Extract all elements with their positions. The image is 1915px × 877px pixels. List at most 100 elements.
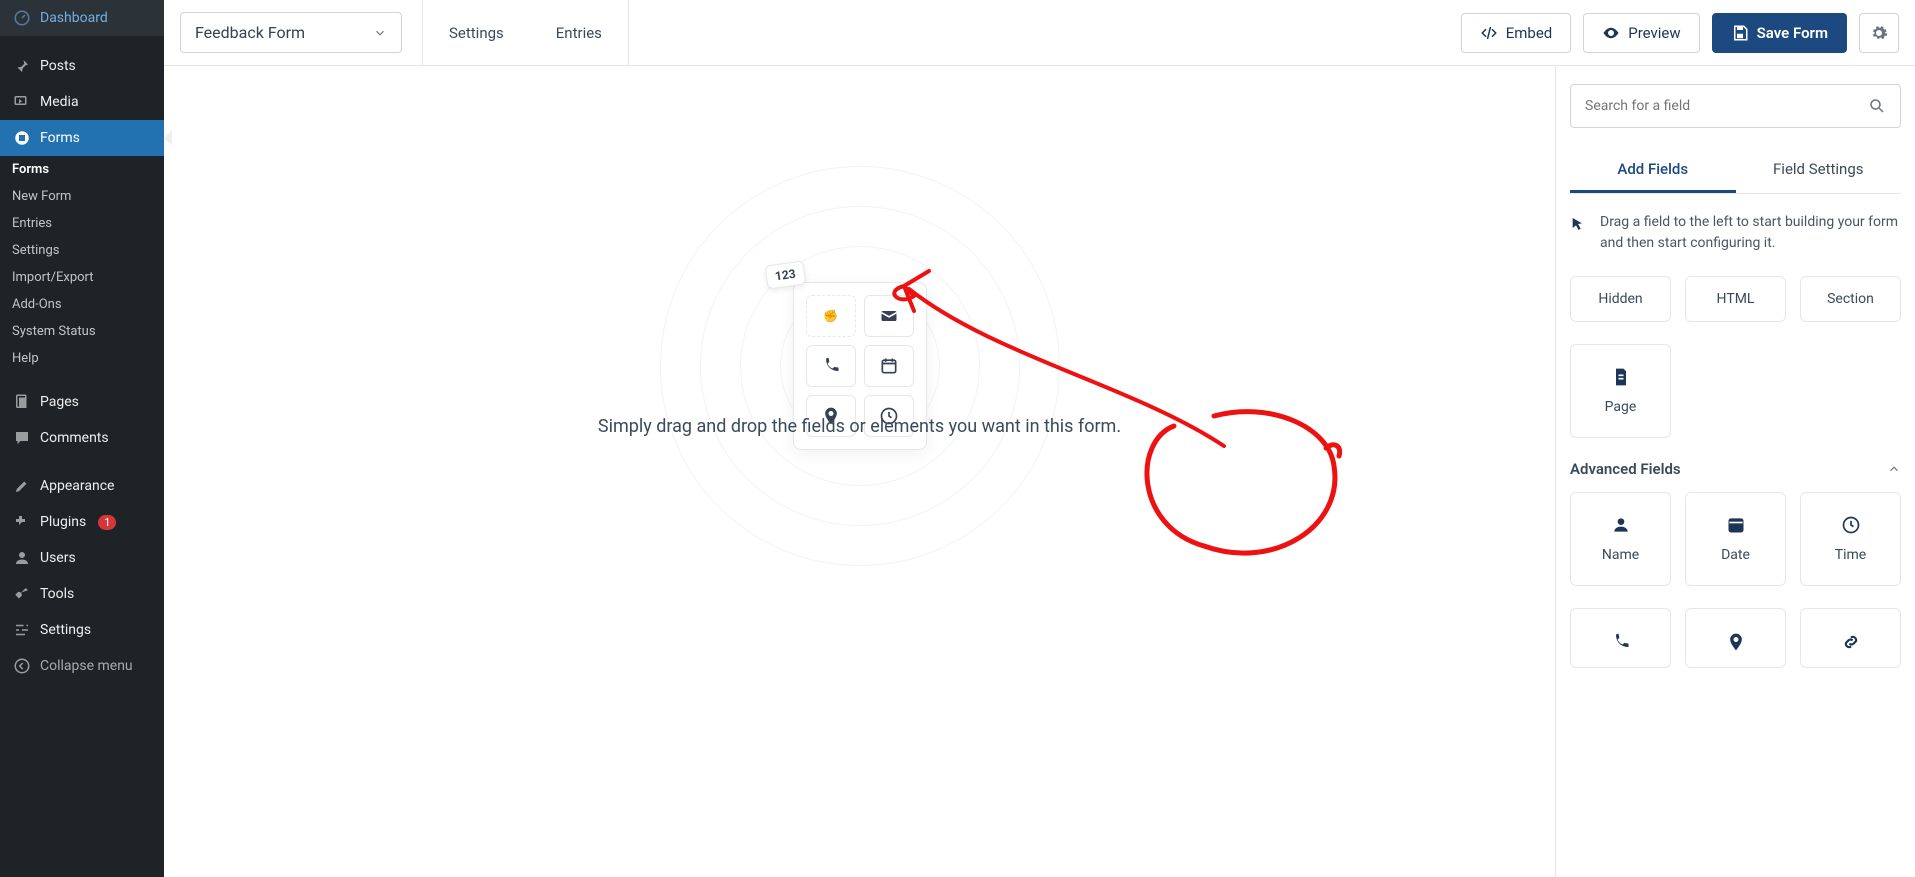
sidebar-sub-entries[interactable]: Entries — [0, 210, 164, 237]
divider — [628, 0, 629, 66]
section-title: Advanced Fields — [1570, 460, 1681, 478]
eye-icon — [1602, 24, 1620, 42]
form-canvas[interactable]: 123 ✊ Simply drag and drop the fields or… — [164, 66, 1555, 877]
form-selector-label: Feedback Form — [195, 23, 305, 42]
field-row-short: Hidden HTML Section — [1570, 276, 1901, 322]
field-name[interactable]: Name — [1570, 492, 1671, 586]
chevron-up-icon — [1887, 462, 1901, 476]
field-time[interactable]: Time — [1800, 492, 1901, 586]
sidebar-sub-systemstatus[interactable]: System Status — [0, 318, 164, 345]
fields-panel: Add Fields Field Settings Drag a field t… — [1555, 66, 1915, 877]
location-icon — [1726, 632, 1746, 652]
grab-icon: ✊ — [806, 295, 856, 337]
tab-add-fields[interactable]: Add Fields — [1570, 148, 1736, 193]
field-label: Date — [1721, 547, 1750, 563]
sidebar-item-plugins[interactable]: Plugins 1 — [0, 504, 164, 540]
chevron-down-icon — [373, 26, 387, 40]
content-row: 123 ✊ Simply drag and drop the fields or… — [164, 66, 1915, 877]
brush-icon — [12, 476, 32, 496]
sidebar-item-dashboard[interactable]: Dashboard — [0, 0, 164, 36]
hint-text: Drag a field to the left to start buildi… — [1600, 212, 1901, 254]
calendar-icon — [1726, 515, 1746, 535]
pin-icon — [12, 56, 32, 76]
sidebar-collapse[interactable]: Collapse menu — [0, 648, 164, 684]
sidebar-label: Plugins — [40, 514, 86, 530]
field-search[interactable] — [1570, 84, 1901, 128]
gear-icon — [1870, 24, 1888, 42]
sidebar-sub-forms[interactable]: Forms — [0, 156, 164, 183]
sidebar-item-users[interactable]: Users — [0, 540, 164, 576]
users-icon — [12, 548, 32, 568]
sidebar-label: Appearance — [40, 478, 114, 494]
sidebar-sub-settings[interactable]: Settings — [0, 237, 164, 264]
field-hidden[interactable]: Hidden — [1570, 276, 1671, 322]
plugins-update-badge: 1 — [98, 515, 116, 530]
tab-field-settings[interactable]: Field Settings — [1736, 148, 1902, 193]
phone-icon — [806, 345, 856, 387]
field-label: Time — [1835, 547, 1866, 563]
gear-button[interactable] — [1859, 13, 1899, 53]
field-label: Name — [1602, 547, 1639, 563]
sidebar-item-tools[interactable]: Tools — [0, 576, 164, 612]
sidebar-label: Collapse menu — [40, 658, 133, 674]
tab-settings[interactable]: Settings — [423, 0, 530, 66]
sidebar-sub-help[interactable]: Help — [0, 345, 164, 372]
advanced-row-2 — [1570, 608, 1901, 668]
sidebar-label: Users — [40, 550, 76, 566]
panel-hint: Drag a field to the left to start buildi… — [1570, 212, 1901, 254]
comments-icon — [12, 428, 32, 448]
search-icon — [1868, 97, 1886, 115]
panel-tabs: Add Fields Field Settings — [1570, 148, 1901, 194]
field-phone[interactable] — [1570, 608, 1671, 668]
save-icon — [1731, 24, 1749, 42]
sidebar-label: Forms — [40, 130, 80, 146]
sidebar-item-posts[interactable]: Posts — [0, 48, 164, 84]
save-label: Save Form — [1757, 24, 1828, 42]
drag-chip: 123 — [764, 260, 806, 289]
collapse-icon — [12, 656, 32, 676]
field-page[interactable]: Page — [1570, 344, 1671, 438]
save-form-button[interactable]: Save Form — [1712, 13, 1847, 53]
sidebar-sub-importexport[interactable]: Import/Export — [0, 264, 164, 291]
admin-sidebar: Dashboard Posts Media Forms Forms New Fo… — [0, 0, 164, 877]
search-input[interactable] — [1585, 98, 1868, 114]
sidebar-item-pages[interactable]: Pages — [0, 384, 164, 420]
field-label: Page — [1605, 399, 1637, 415]
sidebar-item-settings[interactable]: Settings — [0, 612, 164, 648]
mail-icon — [864, 295, 914, 337]
sidebar-sub-addons[interactable]: Add-Ons — [0, 291, 164, 318]
clock-icon — [1841, 515, 1861, 535]
radar-rings: 123 ✊ — [580, 166, 1140, 566]
plugins-icon — [12, 512, 32, 532]
field-html[interactable]: HTML — [1685, 276, 1786, 322]
field-address[interactable] — [1685, 608, 1786, 668]
code-icon — [1480, 24, 1498, 42]
topbar: Feedback Form Settings Entries Embed Pre… — [164, 0, 1915, 66]
page-icon — [1611, 367, 1631, 387]
sidebar-label: Tools — [40, 586, 74, 602]
calendar-icon — [864, 345, 914, 387]
tab-entries[interactable]: Entries — [530, 0, 628, 66]
field-date[interactable]: Date — [1685, 492, 1786, 586]
field-row-page: Page — [1570, 344, 1901, 438]
canvas-instruction: Simply drag and drop the fields or eleme… — [598, 416, 1121, 437]
preview-button[interactable]: Preview — [1583, 13, 1699, 53]
form-selector-dropdown[interactable]: Feedback Form — [180, 12, 402, 53]
sidebar-label: Dashboard — [40, 10, 108, 26]
field-section[interactable]: Section — [1800, 276, 1901, 322]
advanced-fields-header[interactable]: Advanced Fields — [1570, 460, 1901, 478]
sidebar-item-media[interactable]: Media — [0, 84, 164, 120]
sidebar-label: Media — [40, 94, 79, 110]
embed-label: Embed — [1506, 24, 1553, 42]
sidebar-item-appearance[interactable]: Appearance — [0, 468, 164, 504]
field-website[interactable] — [1800, 608, 1901, 668]
sidebar-label: Posts — [40, 58, 76, 74]
embed-button[interactable]: Embed — [1461, 13, 1572, 53]
sidebar-item-comments[interactable]: Comments — [0, 420, 164, 456]
sidebar-label: Settings — [40, 622, 91, 638]
sidebar-item-forms[interactable]: Forms — [0, 120, 164, 156]
link-icon — [1841, 632, 1861, 652]
forms-icon — [12, 128, 32, 148]
sidebar-sub-newform[interactable]: New Form — [0, 183, 164, 210]
preview-label: Preview — [1628, 24, 1680, 42]
